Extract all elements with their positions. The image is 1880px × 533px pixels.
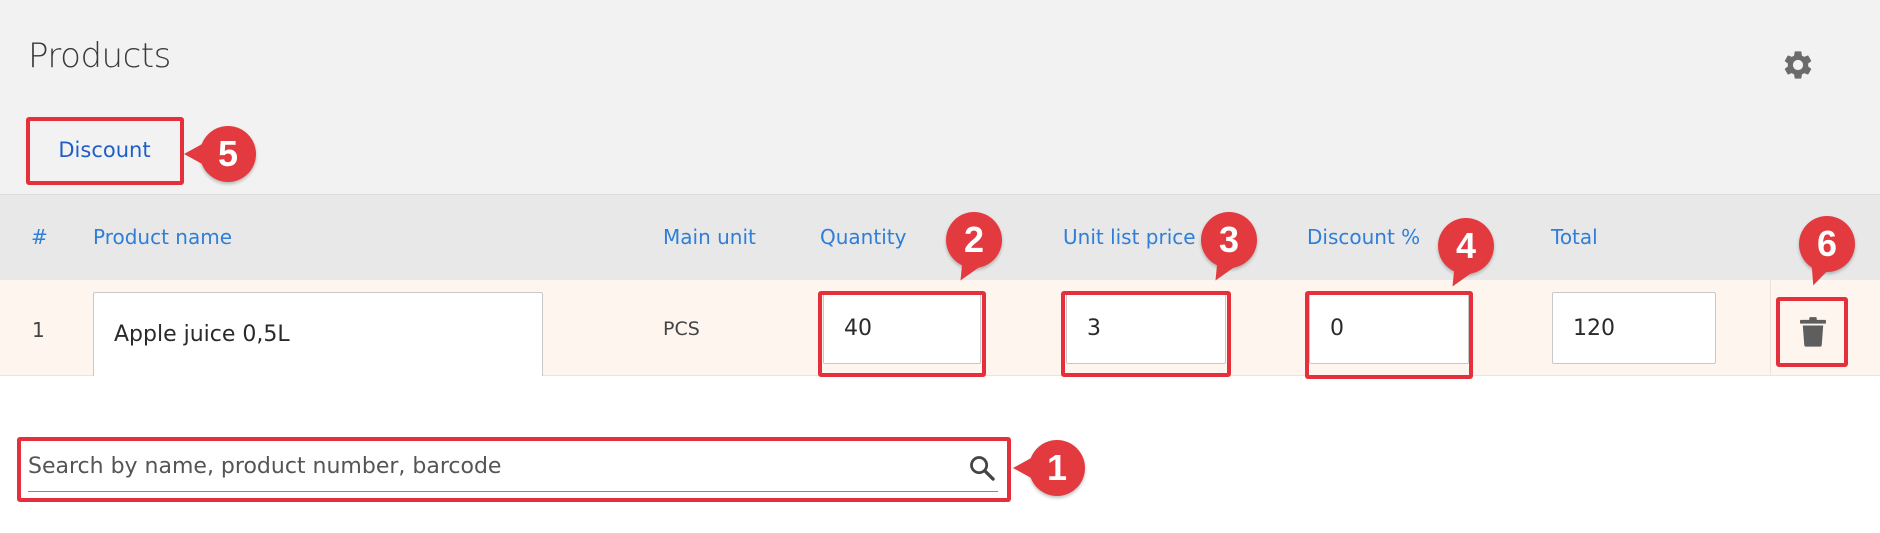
- search-bar: [22, 442, 1004, 496]
- discount-field[interactable]: 0: [1309, 292, 1469, 364]
- unit-list-price-field[interactable]: 3: [1066, 292, 1226, 364]
- annotation-badge: 2: [946, 212, 1002, 268]
- annotation-badge: 4: [1438, 218, 1494, 274]
- column-header-quantity: Quantity: [820, 225, 907, 249]
- annotation-badge: 6: [1799, 216, 1855, 272]
- table-header: # Product name Main unit Quantity Unit l…: [0, 194, 1880, 280]
- gear-icon[interactable]: [1781, 48, 1815, 82]
- quantity-field[interactable]: 40: [823, 292, 981, 364]
- table-row: 1 Apple juice 0,5L PCS 40 3 0 120: [0, 280, 1880, 376]
- total-field: 120: [1552, 292, 1716, 364]
- product-name-field[interactable]: Apple juice 0,5L: [93, 292, 543, 376]
- annotation-badge: 1: [1013, 440, 1085, 496]
- column-header-index: #: [31, 225, 48, 249]
- page-header: [0, 0, 1880, 194]
- column-header-total: Total: [1551, 225, 1598, 249]
- search-input[interactable]: [28, 442, 998, 492]
- annotation-badge: 5: [184, 126, 256, 182]
- page-title: Products: [28, 36, 171, 76]
- main-unit-value: PCS: [663, 318, 700, 340]
- search-icon[interactable]: [968, 454, 996, 482]
- column-header-main-unit: Main unit: [663, 225, 756, 249]
- delete-row-button[interactable]: [1780, 300, 1846, 364]
- tab-discount[interactable]: Discount: [28, 117, 181, 183]
- trash-icon: [1800, 317, 1826, 347]
- row-action-divider: [1770, 280, 1771, 376]
- column-header-discount: Discount %: [1307, 225, 1421, 249]
- row-index: 1: [32, 318, 45, 342]
- column-header-product-name: Product name: [93, 225, 233, 249]
- annotation-badge: 3: [1201, 212, 1257, 268]
- column-header-unit-list-price: Unit list price: [1063, 225, 1196, 249]
